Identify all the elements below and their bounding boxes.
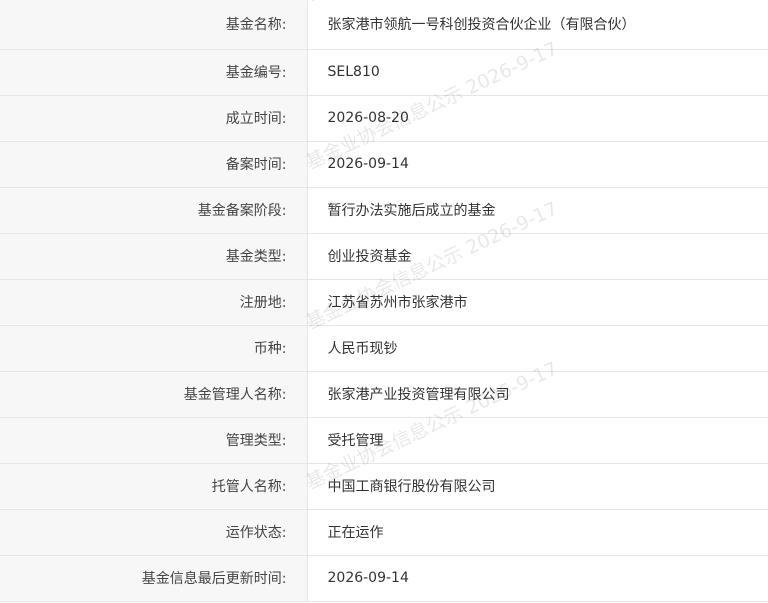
table-row: 币种: 人民币现钞 bbox=[0, 325, 768, 372]
field-label: 基金编号: bbox=[0, 49, 308, 96]
field-label: 成立时间: bbox=[0, 95, 308, 142]
field-label: 备案时间: bbox=[0, 141, 308, 188]
field-value: 2026-09-14 bbox=[307, 141, 768, 188]
field-value: 2026-09-14 bbox=[307, 555, 768, 602]
field-value: 张家港产业投资管理有限公司 bbox=[307, 371, 768, 418]
table-row: 托管人名称: 中国工商银行股份有限公司 bbox=[0, 463, 768, 510]
table-row: 成立时间: 2026-08-20 bbox=[0, 95, 768, 142]
table-row: 注册地: 江苏省苏州市张家港市 bbox=[0, 279, 768, 326]
field-value: 江苏省苏州市张家港市 bbox=[307, 279, 768, 326]
field-value: 正在运作 bbox=[307, 509, 768, 556]
table-row: 运作状态: 正在运作 bbox=[0, 509, 768, 556]
field-value: 中国工商银行股份有限公司 bbox=[307, 463, 768, 510]
field-label: 基金类型: bbox=[0, 233, 308, 280]
field-value: 人民币现钞 bbox=[307, 325, 768, 372]
field-value: 2026-08-20 bbox=[307, 95, 768, 142]
table-row: 管理类型: 受托管理 bbox=[0, 417, 768, 464]
field-label: 注册地: bbox=[0, 279, 308, 326]
field-label: 基金备案阶段: bbox=[0, 187, 308, 234]
field-label: 基金管理人名称: bbox=[0, 371, 308, 418]
field-value: SEL810 bbox=[307, 49, 768, 96]
field-value: 受托管理 bbox=[307, 417, 768, 464]
table-row: 基金编号: SEL810 bbox=[0, 49, 768, 96]
field-label: 运作状态: bbox=[0, 509, 308, 556]
table-row: 基金名称: 张家港市领航一号科创投资合伙企业（有限合伙） bbox=[0, 0, 768, 50]
fund-info-page: 基金名称: 张家港市领航一号科创投资合伙企业（有限合伙） 基金编号: SEL81… bbox=[0, 0, 768, 603]
table-row: 备案时间: 2026-09-14 bbox=[0, 141, 768, 188]
table-row: 基金信息最后更新时间: 2026-09-14 bbox=[0, 555, 768, 602]
table-row: 基金管理人名称: 张家港产业投资管理有限公司 bbox=[0, 371, 768, 418]
field-label: 币种: bbox=[0, 325, 308, 372]
fund-info-table: 基金名称: 张家港市领航一号科创投资合伙企业（有限合伙） 基金编号: SEL81… bbox=[0, 0, 768, 602]
field-label: 基金名称: bbox=[0, 0, 308, 50]
field-value: 创业投资基金 bbox=[307, 233, 768, 280]
field-label: 托管人名称: bbox=[0, 463, 308, 510]
field-label: 管理类型: bbox=[0, 417, 308, 464]
table-row: 基金备案阶段: 暂行办法实施后成立的基金 bbox=[0, 187, 768, 234]
field-value: 暂行办法实施后成立的基金 bbox=[307, 187, 768, 234]
field-value: 张家港市领航一号科创投资合伙企业（有限合伙） bbox=[307, 0, 768, 50]
table-row: 基金类型: 创业投资基金 bbox=[0, 233, 768, 280]
field-label: 基金信息最后更新时间: bbox=[0, 555, 308, 602]
